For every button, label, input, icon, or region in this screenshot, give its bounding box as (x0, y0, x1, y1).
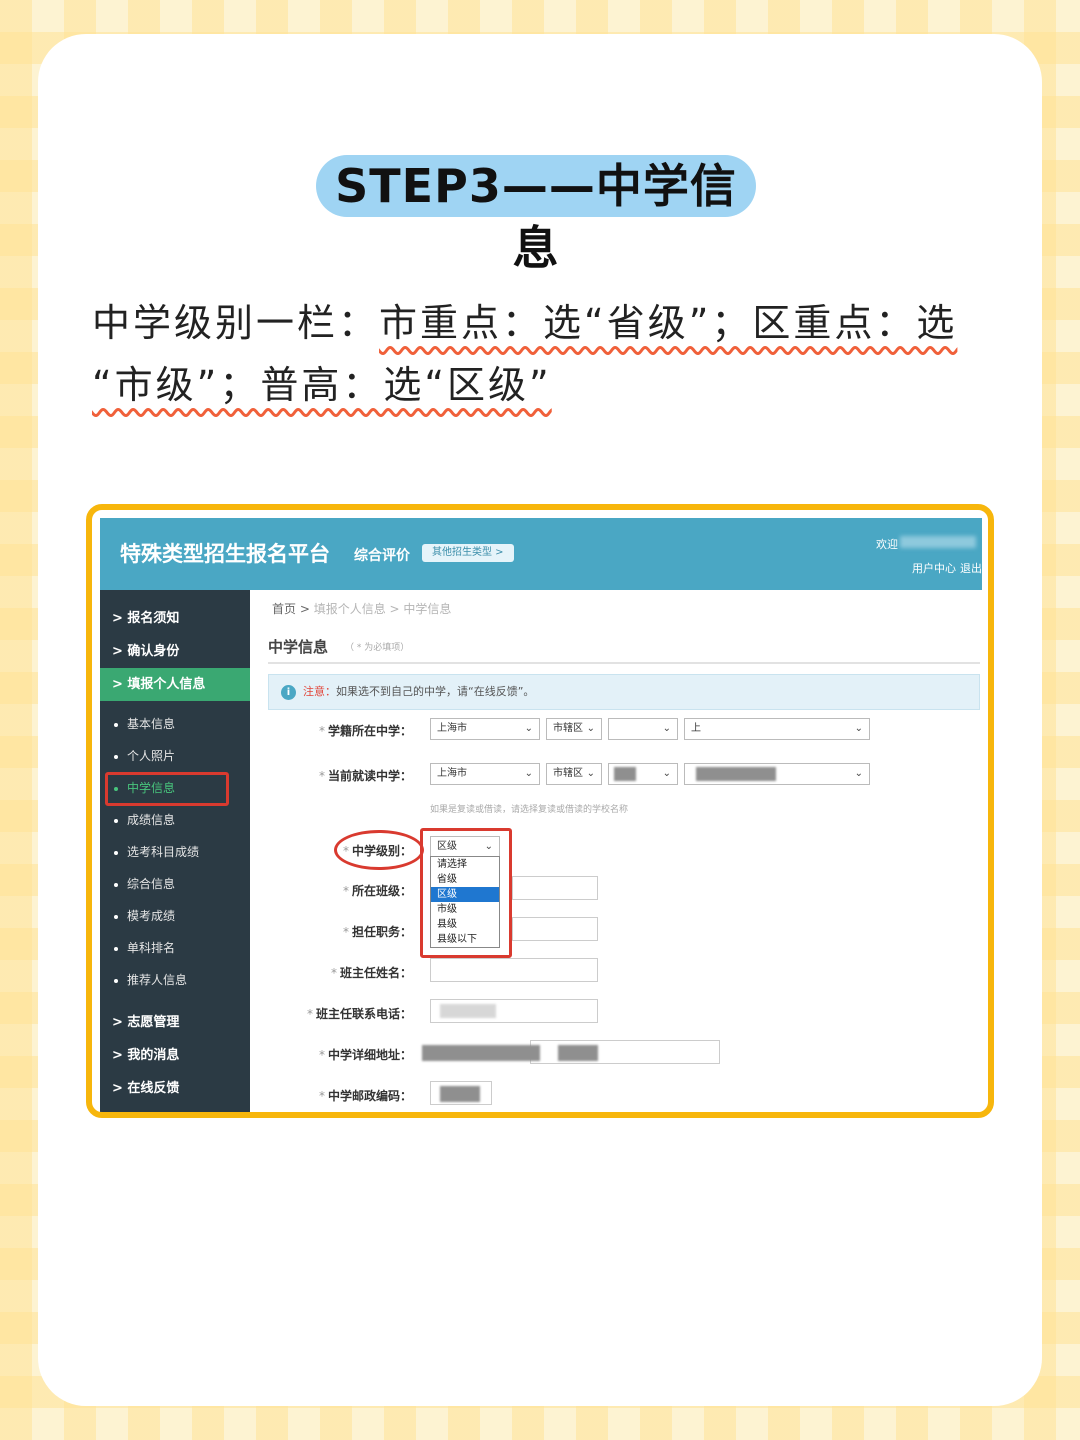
registered-area-select[interactable]: ⌄ (608, 718, 678, 740)
app-topbar: 特殊类型招生报名平台 综合评价 其他招生类型 > 欢迎 用户中心 退出 (100, 518, 982, 590)
position-input[interactable] (512, 917, 598, 941)
sidebar-item-feedback[interactable]: > 在线反馈 (100, 1072, 250, 1105)
label-head-teacher-name: * 班主任姓名： (330, 966, 412, 980)
instruction-underlined-2: “市级”；普高：选“区级” (92, 363, 552, 407)
redacted-school-name (696, 767, 776, 781)
bullet-icon (114, 914, 118, 919)
registered-school-select[interactable]: 上 ⌄ (684, 718, 870, 740)
class-input[interactable] (512, 876, 598, 900)
step-title: STEP3——中学信息 (335, 159, 737, 275)
bullet-icon (114, 882, 118, 887)
divider (268, 662, 980, 664)
highlight-circle-school-level (334, 830, 424, 870)
info-icon: i (281, 685, 296, 700)
chevron-down-icon: ⌄ (854, 723, 863, 734)
sidebar-item-confirm-identity[interactable]: > 确认身份 (100, 635, 250, 668)
logout-link[interactable]: 退出 (960, 560, 982, 576)
redacted-postcode (440, 1086, 480, 1102)
sidebar-sub-grades[interactable]: 成绩信息 (100, 804, 250, 836)
bullet-icon (114, 850, 118, 855)
instruction-underlined-1: 市重点：选“省级”；区重点：选 (379, 301, 958, 345)
chevron-down-icon: ⌄ (524, 723, 533, 734)
sidebar-item-notice[interactable]: > 报名须知 (100, 602, 250, 635)
bullet-icon (114, 978, 118, 983)
breadcrumb: 首页 > 填报个人信息 > 中学信息 (272, 600, 451, 617)
sidebar-item-messages[interactable]: > 我的消息 (100, 1039, 250, 1072)
sidebar-sub-elective[interactable]: 选考科目成绩 (100, 836, 250, 868)
bullet-icon (114, 946, 118, 951)
label-head-teacher-phone: * 班主任联系电话： (306, 1007, 412, 1021)
instruction-prefix: 中学级别一栏： (92, 301, 380, 345)
sidebar-sub-referee[interactable]: 推荐人信息 (100, 964, 250, 996)
welcome-text: 欢迎 (876, 538, 898, 551)
highlight-box-dropdown (420, 828, 512, 958)
breadcrumb-home[interactable]: 首页 > (272, 602, 310, 616)
chevron-down-icon: ⌄ (662, 768, 671, 779)
notice-bar: i 注意：如果选不到自己的中学，请“在线反馈”。 (268, 674, 980, 710)
required-note: （ * 为必填项） (345, 643, 410, 653)
bullet-icon (114, 818, 118, 823)
user-center-link[interactable]: 用户中心 (912, 560, 956, 576)
sidebar-item-wishes[interactable]: > 志愿管理 (100, 1006, 250, 1039)
main-content: 首页 > 填报个人信息 > 中学信息 中学信息 （ * 为必填项） i 注意：如… (250, 590, 982, 1112)
sidebar-item-personal-info[interactable]: > 填报个人信息 (100, 668, 250, 701)
sidebar-sub-photo[interactable]: 个人照片 (100, 740, 250, 772)
head-teacher-name-input[interactable] (430, 958, 598, 982)
chevron-down-icon: ⌄ (854, 768, 863, 779)
current-city-select[interactable]: 上海市 ⌄ (430, 763, 540, 785)
label-position: * 担任职务： (342, 925, 412, 939)
breadcrumb-current: 中学信息 (403, 602, 452, 616)
chevron-down-icon: ⌄ (586, 723, 595, 734)
redacted-address-2 (558, 1045, 598, 1061)
instruction-text: 中学级别一栏：市重点：选“省级”；区重点：选 “市级”；普高：选“区级” (92, 292, 1002, 416)
redacted-area (614, 767, 636, 781)
current-district-select[interactable]: 市辖区 ⌄ (546, 763, 602, 785)
notice-prefix: 注意： (303, 685, 336, 698)
registered-city-select[interactable]: 上海市 ⌄ (430, 718, 540, 740)
sidebar-sub-rank[interactable]: 单科排名 (100, 932, 250, 964)
highlight-box-school-info (105, 772, 229, 806)
page-title: 中学信息 (268, 638, 329, 656)
breadcrumb-mid[interactable]: 填报个人信息 > (314, 602, 400, 616)
repeat-hint: 如果是复读或借读，请选择复读或借读的学校名称 (430, 805, 629, 815)
bullet-icon (114, 754, 118, 759)
screenshot-frame: 特殊类型招生报名平台 综合评价 其他招生类型 > 欢迎 用户中心 退出 > 报名… (86, 504, 994, 1118)
app-brand: 特殊类型招生报名平台 (120, 542, 330, 566)
sidebar: > 报名须知 > 确认身份 > 填报个人信息 基本信息 个人照片 中学信息 成绩… (100, 590, 250, 1112)
label-school-address: * 中学详细地址： (318, 1048, 412, 1062)
label-current-school: * 当前就读中学： (318, 769, 412, 783)
bullet-icon (114, 722, 118, 727)
label-school-postcode: * 中学邮政编码： (318, 1089, 412, 1103)
redacted-phone (440, 1004, 496, 1018)
label-registered-school: * 学籍所在中学： (318, 724, 412, 738)
chevron-down-icon: ⌄ (662, 723, 671, 734)
registered-district-select[interactable]: 市辖区 ⌄ (546, 718, 602, 740)
notice-text: 如果选不到自己的中学，请“在线反馈”。 (336, 685, 535, 698)
label-class: * 所在班级： (342, 884, 412, 898)
user-name-blurred (900, 536, 976, 548)
redacted-address (422, 1045, 540, 1061)
sidebar-sub-basic[interactable]: 基本信息 (100, 708, 250, 740)
sidebar-sub-general[interactable]: 综合信息 (100, 868, 250, 900)
other-type-button[interactable]: 其他招生类型 > (422, 544, 514, 562)
sidebar-sub-mock[interactable]: 模考成绩 (100, 900, 250, 932)
chevron-down-icon: ⌄ (524, 768, 533, 779)
section-label: 综合评价 (354, 548, 410, 564)
chevron-down-icon: ⌄ (586, 768, 595, 779)
